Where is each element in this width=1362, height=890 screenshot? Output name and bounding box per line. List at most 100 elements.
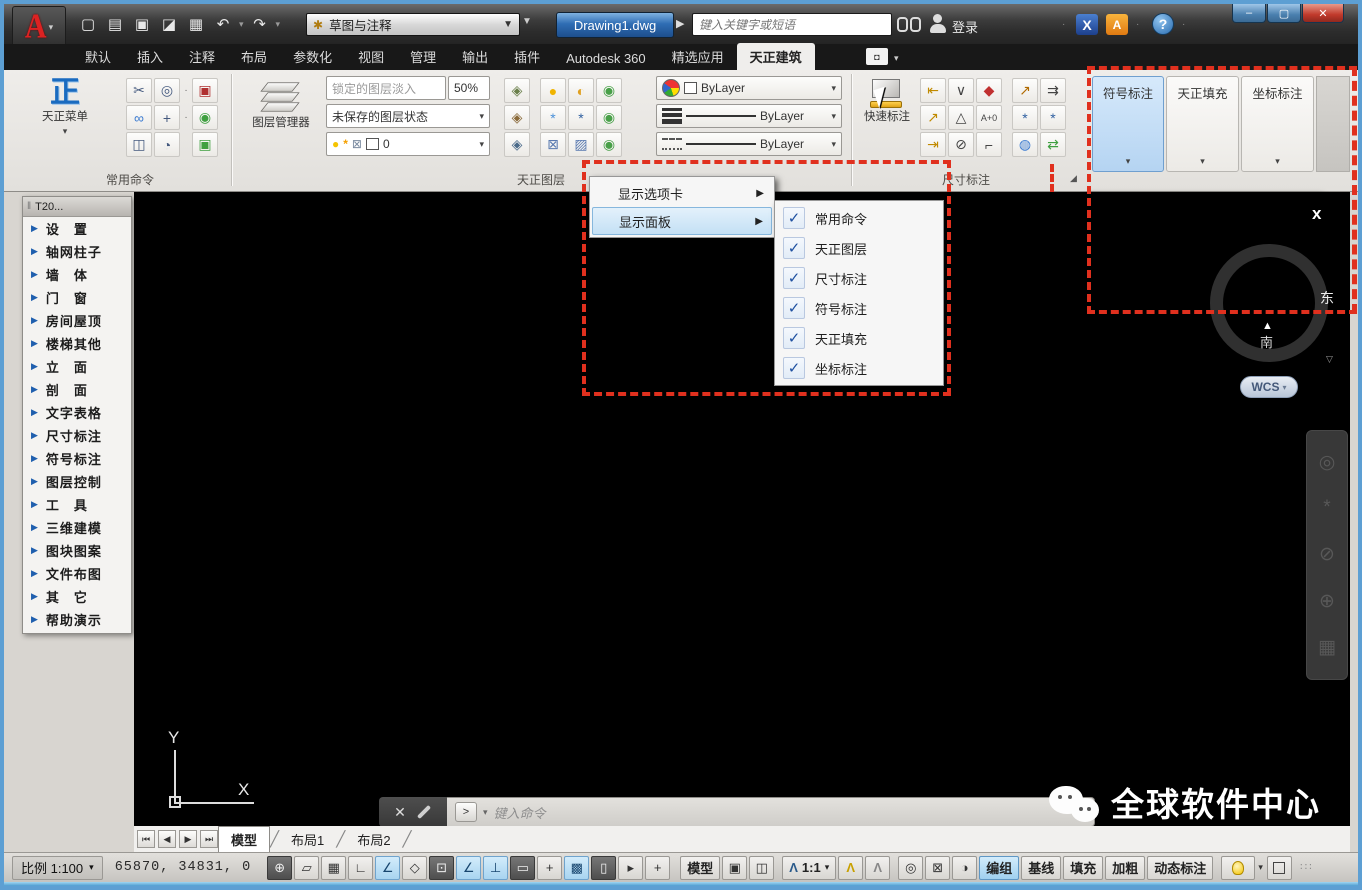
status-button-编组[interactable]: 编组 — [979, 856, 1019, 880]
layer-apply3-icon[interactable]: ◉ — [596, 132, 622, 157]
tab-精选应用[interactable]: 精选应用 — [659, 43, 737, 70]
dim-star2-icon[interactable]: * — [1040, 105, 1066, 130]
layer-lock-icon[interactable]: ⊠ — [540, 132, 566, 157]
ribbon-minimize-button[interactable]: ◘ — [866, 48, 888, 65]
dim-text-icon[interactable]: A+0 — [976, 105, 1002, 130]
dynamic-input-icon[interactable]: ▸ — [618, 856, 643, 880]
layout-nav-icon-1[interactable]: ◀ — [158, 830, 176, 848]
isodraft-icon[interactable]: ◇ — [402, 856, 427, 880]
open-file-icon[interactable]: ▤ — [103, 12, 127, 36]
target-icon[interactable]: ◉ — [192, 105, 218, 130]
submenu-item-天正图层[interactable]: ✓天正图层 — [777, 233, 941, 263]
object-color-caret-icon[interactable]: ▾ — [831, 83, 836, 94]
dim-triangle-icon[interactable]: △ — [948, 105, 974, 130]
dim-edit-icon[interactable]: ↗ — [1012, 78, 1038, 103]
status-button-动态标注[interactable]: 动态标注 — [1147, 856, 1213, 880]
lineweight-dropdown[interactable]: ByLayer ▾ — [656, 104, 842, 128]
layer-state-dropdown[interactable]: 未保存的图层状态 ▾ — [326, 104, 490, 128]
palette-item-墙体[interactable]: ▶墙 体 — [23, 263, 131, 286]
ribbon-minimize-caret-icon[interactable]: ▾ — [894, 53, 899, 64]
annotation-scale-caret-icon[interactable]: ▾ — [825, 862, 830, 873]
layer-bulb-icon[interactable]: ● — [332, 137, 339, 151]
new-file-icon[interactable]: ▢ — [76, 12, 100, 36]
isolate-bulb-button[interactable] — [1221, 856, 1255, 880]
dim-quick2-icon[interactable]: ⇥ — [920, 132, 946, 157]
palette-item-剖面[interactable]: ▶剖 面 — [23, 378, 131, 401]
document-next-icon[interactable]: ▶ — [676, 17, 684, 30]
zoom-select-icon[interactable]: ◎ — [154, 78, 180, 103]
layer-apply1-icon[interactable]: ◉ — [596, 78, 622, 103]
layer-state-caret-icon[interactable]: ▾ — [479, 111, 484, 122]
workspace-gear-icon[interactable]: ◎ — [898, 856, 923, 880]
layout-prev-icon[interactable]: ◫ — [749, 856, 774, 880]
screen-on-icon[interactable]: ▣ — [192, 132, 218, 157]
link-icon[interactable]: ∞ — [126, 105, 152, 130]
transparency-icon[interactable]: ▭ — [510, 856, 535, 880]
palette-item-门窗[interactable]: ▶门 窗 — [23, 286, 131, 309]
command-wrench-icon[interactable] — [417, 805, 431, 819]
command-recent-caret-icon[interactable]: ▾ — [483, 807, 488, 818]
command-prompt-icon[interactable]: > — [455, 802, 477, 822]
fade-percent-field[interactable]: 50% — [448, 76, 490, 100]
dynamic-ucs-icon[interactable]: ▯ — [591, 856, 616, 880]
orbit-icon[interactable]: ⊕ — [1319, 590, 1335, 613]
layout-nav-icon-2[interactable]: ▶ — [179, 830, 197, 848]
layer-manager-button[interactable]: 图层管理器 — [242, 78, 320, 133]
layer-swap-icon[interactable]: ◈ — [504, 132, 530, 157]
compass-east-label[interactable]: 东 — [1320, 288, 1334, 308]
panel-close-icon[interactable]: x — [1312, 204, 1321, 224]
dim-quick1-icon[interactable]: ⇤ — [920, 78, 946, 103]
tab-布局[interactable]: 布局 — [228, 43, 280, 70]
palette-item-工具[interactable]: ▶工 具 — [23, 493, 131, 516]
palette-item-帮助演示[interactable]: ▶帮助演示 — [23, 608, 131, 631]
palette-grip-icon[interactable]: ‖ — [27, 201, 31, 212]
menu-item-显示选项卡[interactable]: 显示选项卡▶ — [592, 179, 772, 207]
command-close-icon[interactable]: ✕ — [394, 804, 406, 821]
zoom-tool-icon[interactable]: ⊘ — [1319, 543, 1335, 566]
layer-lock-fade-icon[interactable]: ▨ — [568, 132, 594, 157]
flyout-dot-icon[interactable]: · — [182, 78, 190, 103]
user-icon[interactable] — [929, 13, 947, 35]
palette-item-文字表格[interactable]: ▶文字表格 — [23, 401, 131, 424]
panel-stub-坐标标注[interactable]: 坐标标注▾ — [1241, 76, 1314, 172]
redo-icon[interactable]: ↷ — [248, 12, 272, 36]
layout-tab-布局2[interactable]: 布局2 — [345, 827, 402, 852]
dim-diameter-icon[interactable]: ◆ — [976, 78, 1002, 103]
layer-freeze-icon[interactable]: * — [540, 105, 566, 130]
a360-lock-icon[interactable]: A — [1106, 14, 1128, 35]
undo-icon[interactable]: ↶ — [211, 12, 235, 36]
submenu-item-坐标标注[interactable]: ✓坐标标注 — [777, 353, 941, 383]
checkmark-icon[interactable]: ✓ — [783, 297, 805, 319]
tab-参数化[interactable]: 参数化 — [280, 43, 345, 70]
ortho-icon[interactable]: ∟ — [348, 856, 373, 880]
show-lineweight-icon[interactable]: + — [645, 856, 670, 880]
tab-输出[interactable]: 输出 — [449, 43, 501, 70]
lineweight-icon[interactable]: ⊥ — [483, 856, 508, 880]
tab-插入[interactable]: 插入 — [124, 43, 176, 70]
palette-item-楼梯其他[interactable]: ▶楼梯其他 — [23, 332, 131, 355]
maximize-button[interactable]: ▢ — [1267, 4, 1301, 23]
menu-item-显示面板[interactable]: 显示面板▶ — [592, 207, 772, 235]
submenu-item-尺寸标注[interactable]: ✓尺寸标注 — [777, 263, 941, 293]
status-caret-icon[interactable]: ▾ — [1258, 862, 1263, 873]
submenu-item-符号标注[interactable]: ✓符号标注 — [777, 293, 941, 323]
checkmark-icon[interactable]: ✓ — [783, 267, 805, 289]
dim-balloon-icon[interactable]: ◍ — [1012, 132, 1038, 157]
flyout-dot-icon[interactable]: · — [182, 105, 190, 130]
current-layer-caret-icon[interactable]: ▾ — [479, 139, 484, 150]
exchange-apps-icon[interactable]: X — [1076, 14, 1098, 35]
polar-tracking-icon[interactable]: ∠ — [375, 856, 400, 880]
panel-label-common[interactable]: 常用命令 — [30, 169, 230, 189]
dims-panel-expander-icon[interactable]: ◢ — [1070, 173, 1077, 184]
linetype-dropdown[interactable]: ByLayer ▾ — [656, 132, 842, 156]
dim-update-icon[interactable]: ⇄ — [1040, 132, 1066, 157]
dim-star1-icon[interactable]: * — [1012, 105, 1038, 130]
status-button-加粗[interactable]: 加粗 — [1105, 856, 1145, 880]
snap-icon[interactable]: ▱ — [294, 856, 319, 880]
palette-item-立面[interactable]: ▶立 面 — [23, 355, 131, 378]
move-icon[interactable]: + — [154, 105, 180, 130]
palette-item-文件布图[interactable]: ▶文件布图 — [23, 562, 131, 585]
panel-label-dims[interactable]: 尺寸标注 — [852, 169, 1080, 189]
layer-apply2-icon[interactable]: ◉ — [596, 105, 622, 130]
palette-item-轴网柱子[interactable]: ▶轴网柱子 — [23, 240, 131, 263]
